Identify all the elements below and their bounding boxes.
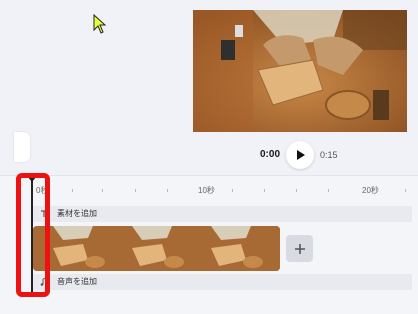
highlight-box xyxy=(16,173,50,297)
play-button[interactable] xyxy=(286,141,314,169)
video-thumbnail xyxy=(191,226,280,271)
arrow-cursor-icon xyxy=(93,14,107,34)
video-preview[interactable] xyxy=(193,10,407,132)
ruler-label-10: 10秒 xyxy=(198,186,215,195)
playback-controls: 0:00 0:15 xyxy=(0,140,418,170)
editor-stage: 0:00 0:15 xyxy=(0,0,418,175)
material-track[interactable]: 素材を追加 xyxy=(32,206,412,222)
material-track-label: 素材を追加 xyxy=(57,209,97,218)
current-time: 0:00 xyxy=(260,149,281,160)
audio-track[interactable]: 音声を追加 xyxy=(32,274,412,290)
total-duration: 0:15 xyxy=(320,150,338,160)
audio-track-label: 音声を追加 xyxy=(57,277,97,286)
play-icon xyxy=(297,150,305,160)
video-thumbnail xyxy=(112,226,191,271)
time-ruler[interactable]: 0秒 10秒 20秒 xyxy=(0,176,418,202)
plus-icon xyxy=(294,243,305,254)
ruler-label-20: 20秒 xyxy=(362,186,379,195)
timeline-panel: 0秒 10秒 20秒 素材を追加 音声を追加 xyxy=(0,175,418,314)
video-preview-image xyxy=(193,10,407,132)
add-clip-button[interactable] xyxy=(286,235,313,262)
video-clip[interactable] xyxy=(33,226,280,271)
